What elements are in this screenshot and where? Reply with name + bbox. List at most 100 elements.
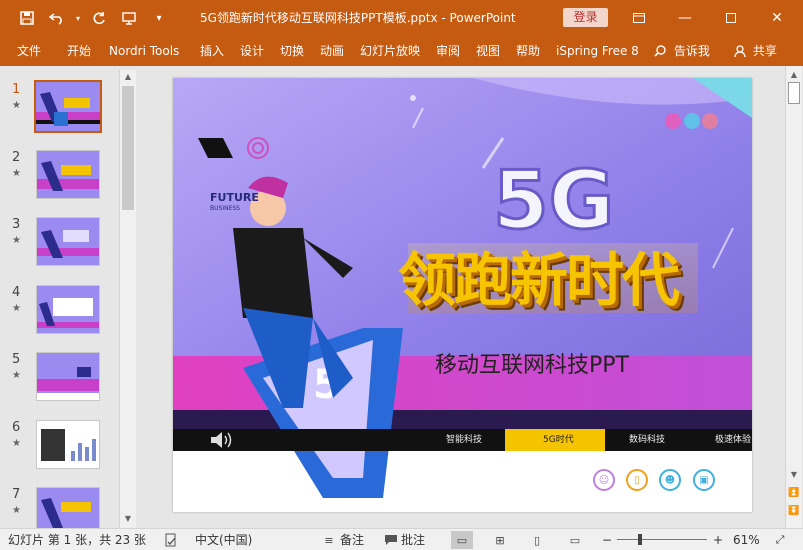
login-button[interactable]: 登录	[563, 8, 608, 27]
comment-icon	[382, 532, 400, 548]
share-label: 共享	[752, 44, 777, 58]
star-icon: ★	[12, 505, 21, 516]
tab-design[interactable]: 设计	[240, 36, 264, 66]
zoom-out-icon[interactable]: −	[602, 529, 612, 550]
tab-help[interactable]: 帮助	[516, 36, 540, 66]
tab-animations[interactable]: 动画	[320, 36, 344, 66]
spellcheck-icon[interactable]	[162, 532, 180, 548]
slide-sorter-icon[interactable]: ⊞	[491, 532, 509, 548]
band-item-active: 5G时代	[543, 435, 574, 445]
thumbnail-number: 3	[12, 217, 21, 232]
thumbnail-preview[interactable]	[36, 285, 100, 334]
scroll-thumb[interactable]	[788, 82, 800, 104]
notes-button[interactable]: 备注	[340, 529, 364, 550]
band-item: 智能科技	[446, 435, 483, 445]
thumbnail-preview[interactable]	[36, 420, 100, 469]
feature-band: 智能科技 5G时代 数码科技 极速体验	[173, 429, 752, 451]
headset-icon: ☺	[593, 469, 615, 491]
headline-text: 领跑新时代	[398, 246, 680, 314]
slide-thumbnail-panel: 1 ★ 2 ★ 3 ★ 4 ★ 5 ★ 6 ★ 7 ★	[0, 66, 120, 528]
slide-counter: 幻灯片 第 1 张，共 23 张	[8, 533, 146, 547]
maximize-icon[interactable]	[708, 0, 754, 36]
slideshow-icon[interactable]: ▭	[566, 532, 584, 548]
tell-me-search[interactable]: 告诉我	[654, 36, 710, 66]
scroll-down-icon[interactable]: ▼	[786, 468, 802, 482]
language-indicator[interactable]: 中文(中国)	[195, 529, 252, 550]
reading-view-icon[interactable]: ▯	[528, 532, 546, 548]
slide-scrollbar[interactable]: ▲ ▼ ⏫ ⏬	[785, 66, 802, 528]
close-icon[interactable]: ✕	[754, 0, 800, 36]
thumbnail-item[interactable]: 2 ★	[0, 150, 118, 214]
ribbon-display-icon[interactable]	[616, 0, 662, 36]
star-icon: ★	[12, 438, 21, 449]
undo-icon[interactable]	[42, 0, 72, 36]
minimize-icon[interactable]: —	[662, 0, 708, 36]
thumbnail-preview[interactable]	[36, 352, 100, 401]
star-icon: ★	[12, 370, 21, 381]
tab-slideshow[interactable]: 幻灯片放映	[360, 36, 420, 66]
next-slide-icon[interactable]: ⏬	[786, 504, 802, 518]
share-button[interactable]: 共享	[734, 36, 777, 66]
slide[interactable]: 5G 5 FUTURE BUSINESS 领跑新时代 移动互联网科技PPT 智能…	[173, 78, 752, 512]
thumbnail-item[interactable]: 5 ★	[0, 352, 118, 416]
thumbnail-number: 7	[12, 487, 21, 502]
status-bar: 幻灯片 第 1 张，共 23 张 中文(中国) ≡ 备注 批注 ▭ ⊞ ▯ ▭ …	[0, 528, 803, 550]
tab-home[interactable]: 开始	[67, 36, 91, 66]
star-icon: ★	[12, 168, 21, 179]
scroll-up-icon[interactable]: ▲	[786, 68, 802, 82]
speaker-icon[interactable]	[207, 430, 235, 453]
thumbnail-preview[interactable]	[34, 80, 102, 133]
business-label: BUSINESS	[210, 205, 240, 212]
zoom-level[interactable]: 61%	[733, 529, 760, 550]
tab-file[interactable]: 文件	[17, 36, 41, 66]
window-title: 5G领跑新时代移动互联网科技PPT模板.pptx - PowerPoint	[200, 11, 516, 25]
tab-review[interactable]: 审阅	[436, 36, 460, 66]
thumbnail-preview[interactable]	[36, 487, 100, 528]
search-icon	[654, 45, 666, 57]
book-icon: ▯	[626, 469, 648, 491]
thumbnail-item[interactable]: 7 ★	[0, 487, 118, 528]
zoom-in-icon[interactable]: +	[713, 529, 723, 550]
quick-access-toolbar: ▾ ▾	[0, 0, 174, 36]
chevron-down-icon[interactable]: ▾	[72, 0, 84, 36]
normal-view-icon[interactable]: ▭	[451, 531, 473, 549]
tab-ispring[interactable]: iSpring Free 8	[556, 36, 639, 66]
thumbnail-item[interactable]: 1 ★	[0, 80, 118, 146]
tab-view[interactable]: 视图	[476, 36, 500, 66]
redo-icon[interactable]	[84, 0, 114, 36]
zoom-slider[interactable]	[617, 539, 707, 540]
thumbnail-scrollbar[interactable]: ▲ ▼	[119, 70, 136, 528]
previous-slide-icon[interactable]: ⏫	[786, 486, 802, 500]
tab-nordri-tools[interactable]: Nordri Tools	[109, 36, 179, 66]
zoom-slider-handle[interactable]	[638, 534, 642, 545]
thumbnail-preview[interactable]	[36, 150, 100, 199]
save-icon[interactable]	[12, 0, 42, 36]
thumbnail-number: 2	[12, 150, 21, 165]
fit-slide-icon[interactable]: ⤢	[771, 532, 789, 548]
scroll-up-icon[interactable]: ▲	[120, 70, 136, 84]
thumbnail-item[interactable]: 4 ★	[0, 285, 118, 349]
scroll-thumb[interactable]	[122, 86, 134, 210]
slide-canvas: 5G 5 FUTURE BUSINESS 领跑新时代 移动互联网科技PPT 智能…	[137, 66, 785, 528]
tab-insert[interactable]: 插入	[200, 36, 224, 66]
comments-button[interactable]: 批注	[401, 529, 425, 550]
future-label: FUTURE	[210, 191, 259, 204]
ribbon-tabs: 文件 开始 Nordri Tools 插入 设计 切换 动画 幻灯片放映 审阅 …	[0, 36, 803, 66]
star-icon: ★	[12, 100, 21, 111]
thumbnail-item[interactable]: 6 ★	[0, 420, 118, 484]
scroll-down-icon[interactable]: ▼	[120, 512, 136, 526]
thumbnail-number: 5	[12, 352, 21, 367]
lock-icon: ▣	[693, 469, 715, 491]
customize-qat-icon[interactable]: ▾	[144, 0, 174, 36]
star-icon: ★	[12, 303, 21, 314]
present-from-start-icon[interactable]	[114, 0, 144, 36]
thumbnail-preview[interactable]	[36, 217, 100, 266]
tab-transitions[interactable]: 切换	[280, 36, 304, 66]
star-icon: ★	[12, 235, 21, 246]
profile-icon: ☻	[659, 469, 681, 491]
tell-me-label: 告诉我	[673, 44, 710, 58]
thumbnail-item[interactable]: 3 ★	[0, 217, 118, 281]
thumbnail-number: 1	[12, 82, 21, 97]
notes-icon: ≡	[324, 533, 334, 547]
thumbnail-number: 4	[12, 285, 21, 300]
